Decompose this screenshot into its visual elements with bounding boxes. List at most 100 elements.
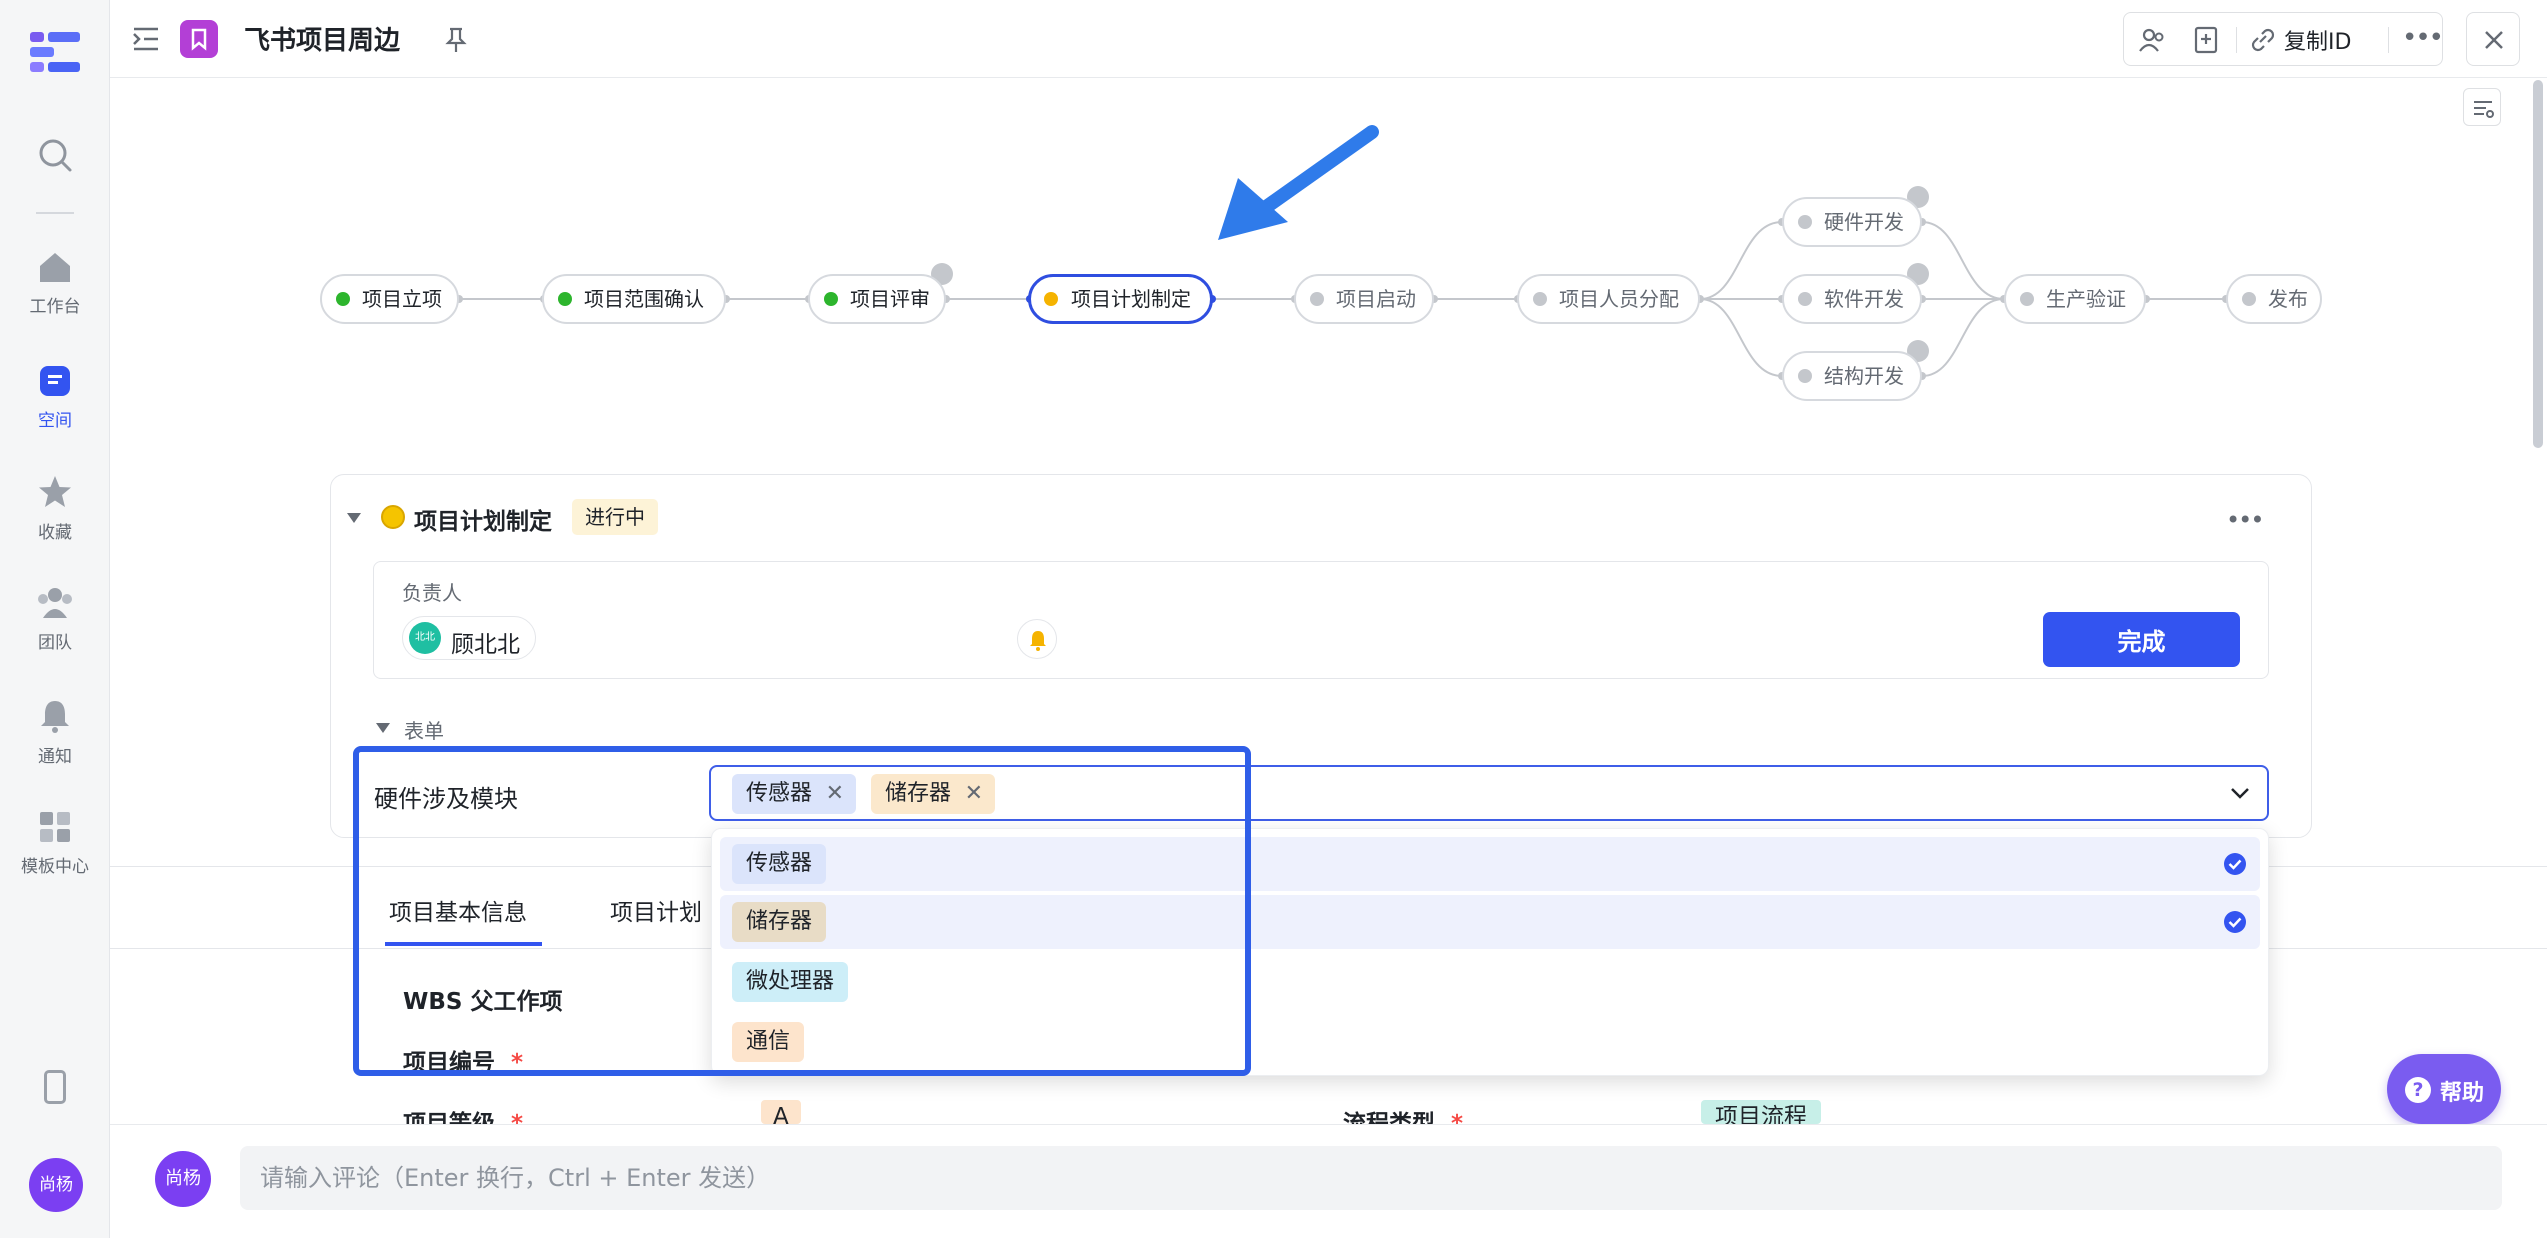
- node-label: 硬件开发: [1824, 210, 1904, 234]
- rail-item-team[interactable]: 团队: [0, 586, 110, 653]
- assignee-box: [373, 561, 2269, 679]
- help-button[interactable]: ? 帮助: [2387, 1054, 2501, 1124]
- star-icon: [39, 476, 71, 507]
- required-mark: *: [511, 1050, 524, 1076]
- option-microprocessor[interactable]: 微处理器: [720, 955, 2260, 1009]
- rail-label: 模板中心: [21, 857, 89, 877]
- field-project-level: 项目等级 *: [403, 1104, 523, 1124]
- tag-label: 传感器: [746, 781, 813, 806]
- field-flow-type: 流程类型 *: [1343, 1104, 1463, 1124]
- hardware-field-label: 硬件涉及模块: [374, 785, 518, 813]
- tab-active-underline: [385, 942, 542, 946]
- status-dot: [1798, 215, 1812, 229]
- node-label: 生产验证: [2046, 287, 2126, 311]
- node-panel-title: 项目计划制定: [414, 509, 552, 535]
- flow-type-value[interactable]: 项目流程: [1701, 1100, 1821, 1124]
- mobile-icon[interactable]: [44, 1070, 66, 1104]
- field-label: 项目编号: [403, 1050, 495, 1076]
- collapse-caret-icon[interactable]: [345, 510, 363, 526]
- node-label: 项目评审: [850, 287, 930, 311]
- option-communication[interactable]: 通信: [720, 1015, 2260, 1069]
- form-section-label: 表单: [404, 719, 444, 743]
- remove-tag-icon[interactable]: ✕: [826, 774, 844, 814]
- annotation-arrow-icon: [1218, 125, 1379, 240]
- workflow-node-scope-confirmation[interactable]: 项目范围确认: [542, 274, 726, 324]
- rail-item-templates[interactable]: 模板中心: [0, 810, 110, 877]
- remove-tag-icon[interactable]: ✕: [965, 774, 983, 814]
- workflow-node-project-kickoff[interactable]: 项目启动: [1294, 274, 1434, 324]
- commenter-avatar: 尚杨: [155, 1151, 211, 1207]
- workflow-node-release[interactable]: 发布: [2226, 274, 2322, 324]
- workflow-node-hardware-dev[interactable]: 硬件开发: [1782, 197, 1922, 247]
- team-icon: [38, 588, 72, 618]
- status-dot: [1533, 292, 1547, 306]
- card-more-icon[interactable]: •••: [2226, 506, 2264, 534]
- status-dot: [824, 292, 838, 306]
- chevron-down-icon[interactable]: [2229, 783, 2251, 803]
- option-sensor[interactable]: 传感器: [720, 837, 2260, 891]
- node-label: 项目立项: [362, 287, 442, 311]
- tag-label: 储存器: [885, 781, 952, 806]
- status-dot: [1044, 292, 1058, 306]
- workflow-node-staff-allocation[interactable]: 项目人员分配: [1517, 274, 1700, 324]
- status-dot: [1798, 292, 1812, 306]
- status-dot: [336, 292, 350, 306]
- user-avatar[interactable]: 尚杨: [29, 1158, 83, 1212]
- help-label: 帮助: [2440, 1081, 2485, 1106]
- workflow-node-software-dev[interactable]: 软件开发: [1782, 274, 1922, 324]
- comment-input[interactable]: [240, 1146, 2502, 1210]
- remind-button[interactable]: [1017, 619, 1057, 659]
- assignee-name: 顾北北: [451, 632, 520, 658]
- selected-tag-storage: 储存器 ✕: [871, 774, 996, 814]
- rail-item-favorites[interactable]: 收藏: [0, 474, 110, 543]
- node-label: 项目启动: [1336, 287, 1416, 311]
- workflow-node-project-review[interactable]: 项目评审: [808, 274, 946, 324]
- workflow-connectors: [455, 125, 2230, 380]
- check-circle-icon: [2224, 911, 2246, 933]
- assignee-avatar: 北北: [409, 622, 441, 654]
- help-icon: ?: [2405, 1077, 2431, 1103]
- option-label: 微处理器: [732, 962, 849, 1002]
- option-label: 传感器: [732, 844, 827, 884]
- option-storage[interactable]: 储存器: [720, 895, 2260, 949]
- required-mark: *: [1451, 1111, 1464, 1124]
- node-label: 项目计划制定: [1071, 287, 1191, 311]
- workflow-node-structure-dev[interactable]: 结构开发: [1782, 351, 1922, 401]
- workflow-node-plan-making[interactable]: 项目计划制定: [1028, 274, 1213, 324]
- status-dot: [558, 292, 572, 306]
- field-wbs-parent: WBS 父工作项: [403, 989, 563, 1015]
- check-circle-icon: [2224, 853, 2246, 875]
- node-label: 项目范围确认: [584, 287, 704, 311]
- rail-label: 团队: [38, 633, 72, 653]
- option-label: 储存器: [732, 902, 827, 942]
- node-label: 软件开发: [1824, 287, 1904, 311]
- grid-icon: [40, 812, 70, 842]
- rail-label: 通知: [38, 747, 72, 767]
- field-label: 项目等级: [403, 1111, 495, 1124]
- required-mark: *: [511, 1111, 524, 1124]
- rail-label: 收藏: [38, 523, 72, 543]
- rail-item-notifications[interactable]: 通知: [0, 698, 110, 767]
- status-dot: [1798, 369, 1812, 383]
- project-level-value[interactable]: A: [761, 1100, 801, 1124]
- assignee-label: 负责人: [402, 581, 462, 605]
- tab-plan[interactable]: 项目计划: [610, 893, 702, 927]
- field-project-number: 项目编号 *: [403, 1043, 523, 1077]
- tab-basic-info[interactable]: 项目基本信息: [389, 893, 527, 927]
- node-label: 项目人员分配: [1559, 287, 1679, 311]
- option-label: 通信: [732, 1022, 805, 1062]
- status-dot: [2242, 292, 2256, 306]
- workflow-node-production-validation[interactable]: 生产验证: [2004, 274, 2146, 324]
- bell-icon: [41, 701, 69, 733]
- node-label: 结构开发: [1824, 364, 1904, 388]
- status-dot: [2020, 292, 2034, 306]
- status-dot: [1310, 292, 1324, 306]
- status-badge: 进行中: [572, 499, 658, 535]
- complete-button[interactable]: 完成: [2043, 612, 2240, 667]
- form-collapse-caret-icon[interactable]: [375, 721, 391, 735]
- hardware-modules-select[interactable]: 传感器 ✕ 储存器 ✕: [709, 765, 2269, 821]
- bell-icon: [1030, 631, 1046, 651]
- assignee-chip[interactable]: 北北 顾北北: [402, 616, 536, 660]
- workflow-node-project-initiation[interactable]: 项目立项: [320, 274, 459, 324]
- node-label: 发布: [2268, 287, 2308, 311]
